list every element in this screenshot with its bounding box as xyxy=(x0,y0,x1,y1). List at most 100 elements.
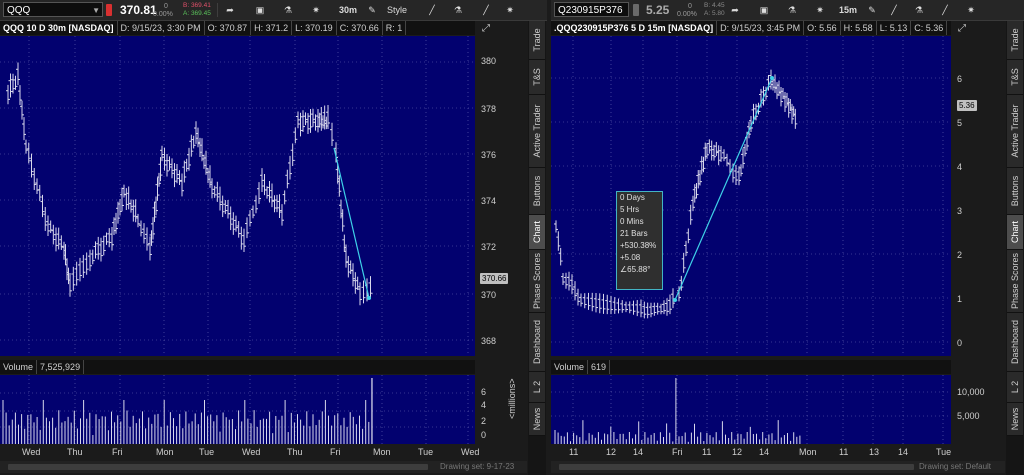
right-aggregation-button[interactable]: 15m xyxy=(836,2,860,18)
chevron-down-icon[interactable]: ▼ xyxy=(92,3,100,18)
right-volume-plot[interactable] xyxy=(551,375,951,444)
left-last-price: 370.81 xyxy=(120,3,157,17)
price-tick: 368 xyxy=(481,336,497,346)
left-style-button[interactable]: Style xyxy=(384,2,410,18)
time-axis-label: Fri xyxy=(672,447,683,457)
trendline-anchor xyxy=(673,298,677,302)
side-tab-label: News xyxy=(532,407,542,431)
side-tab-buttons[interactable]: Buttons xyxy=(529,168,545,215)
side-tab-news[interactable]: News xyxy=(529,403,545,436)
side-tab-chart[interactable]: Chart xyxy=(529,215,545,250)
side-tab-l-2[interactable]: L 2 xyxy=(1007,372,1023,403)
share-icon[interactable]: ➦ xyxy=(727,2,743,18)
style-icon[interactable]: ✎ xyxy=(866,2,878,18)
side-tab-trade[interactable]: Trade xyxy=(1007,21,1023,60)
time-axis-label: Mon xyxy=(799,447,817,457)
alert-icon[interactable] xyxy=(633,4,639,16)
left-symbol-input[interactable]: QQQ ▼ xyxy=(3,2,103,17)
settings-gear-icon[interactable]: ✷ xyxy=(812,2,828,18)
right-symbol-text: Q230915P376 xyxy=(558,5,623,16)
side-tab-label: Trade xyxy=(532,28,542,52)
right-side-tabs: Trade T&S Active Trader Buttons Chart Phase S… xyxy=(1006,21,1024,475)
price-tick: 380 xyxy=(481,56,497,66)
drawing-tool-icon[interactable]: ╱ xyxy=(886,2,902,18)
right-symbol-input[interactable]: Q230915P376 xyxy=(554,2,629,17)
right-toolbar: Q230915P376 5.25 0 0.00% B: 4.45 A: 5.80… xyxy=(551,0,1024,21)
left-info-low: L: 370.19 xyxy=(292,21,337,35)
right-info-close: C: 5.36 xyxy=(911,21,948,35)
time-axis-label: 11 xyxy=(702,447,712,457)
price-tick: 2 xyxy=(957,250,963,260)
studies-flask-icon[interactable]: ⚗ xyxy=(280,2,296,18)
drawing-line-icon[interactable]: ╱ xyxy=(478,2,494,18)
side-tab-trade[interactable]: Trade xyxy=(529,21,545,60)
settings-gear-icon[interactable]: ✷ xyxy=(308,2,324,18)
time-axis-label: Wed xyxy=(242,447,261,457)
time-axis-label: Thu xyxy=(287,447,303,457)
price-tick: 378 xyxy=(481,104,497,114)
expand-icon[interactable]: ⤢ xyxy=(482,23,490,34)
left-volume-value: 7,525,929 xyxy=(37,360,85,374)
drawing-line-icon[interactable]: ╱ xyxy=(937,2,953,18)
side-tab-t-s[interactable]: T&S xyxy=(529,60,545,95)
side-tab-label: T&S xyxy=(532,68,542,86)
save-icon[interactable]: ▣ xyxy=(252,2,268,18)
trendline xyxy=(674,77,773,301)
alert-icon[interactable] xyxy=(106,4,112,16)
side-tab-dashboard[interactable]: Dashboard xyxy=(1007,313,1023,372)
tooltip-pct: +530.38% xyxy=(620,241,657,250)
time-axis-label: Tue xyxy=(418,447,434,457)
left-aggregation-button[interactable]: 30m xyxy=(336,2,360,18)
drawing-tool-icon[interactable]: ╱ xyxy=(424,2,440,18)
right-scrollbar[interactable] xyxy=(559,464,914,470)
right-change-abs: 0 xyxy=(688,3,692,10)
right-info-date: D: 9/15/23, 3:45 PM xyxy=(717,21,805,35)
volume-tick: 10,000 xyxy=(957,387,985,397)
right-chart-panel: Q230915P376 5.25 0 0.00% B: 4.45 A: 5.80… xyxy=(551,0,1024,475)
right-info-low: L: 5.13 xyxy=(877,21,912,35)
expand-icon[interactable]: ⤢ xyxy=(958,23,966,34)
flask-icon[interactable]: ⚗ xyxy=(450,2,466,18)
right-bottom-bar: Drawing set: Default xyxy=(551,461,1005,473)
separator xyxy=(217,3,218,17)
left-scrollbar[interactable] xyxy=(8,464,428,470)
share-icon[interactable]: ➦ xyxy=(222,2,238,18)
side-tab-label: Buttons xyxy=(1010,175,1020,207)
side-tab-l-2[interactable]: L 2 xyxy=(529,372,545,403)
studies-flask-icon[interactable]: ⚗ xyxy=(784,2,800,18)
side-tab-chart[interactable]: Chart xyxy=(1007,215,1023,250)
right-price-plot[interactable] xyxy=(551,36,951,356)
left-price-plot[interactable] xyxy=(0,36,475,356)
volume-tick: 6 xyxy=(481,387,487,397)
save-icon[interactable]: ▣ xyxy=(756,2,772,18)
left-volume-scale: 6 4 2 0 <millions> xyxy=(477,375,527,444)
style-icon[interactable]: ✎ xyxy=(366,2,378,18)
side-tab-label: Phase Scores xyxy=(532,252,542,310)
right-drawing-set[interactable]: Drawing set: Default xyxy=(919,461,991,473)
side-tab-active-trader[interactable]: Active Trader xyxy=(529,95,545,168)
tooltip-mins: 0 Mins xyxy=(620,217,644,226)
time-axis-label: Wed xyxy=(461,447,480,457)
side-tab-phase-scores[interactable]: Phase Scores xyxy=(1007,250,1023,313)
side-tab-news[interactable]: News xyxy=(1007,403,1023,436)
left-time-axis: Wed Thu Fri Mon Tue Wed Thu Fri Mon Tue Wed xyxy=(0,445,479,459)
side-tab-phase-scores[interactable]: Phase Scores xyxy=(529,250,545,313)
side-tab-label: Active Trader xyxy=(1010,104,1020,158)
tooltip-hours: 5 Hrs xyxy=(620,205,640,214)
settings-gear-icon[interactable]: ✷ xyxy=(502,2,518,18)
price-tick: 3 xyxy=(957,206,963,216)
time-axis-label: 11 xyxy=(569,447,579,457)
time-axis-label: Mon xyxy=(156,447,174,457)
side-tab-buttons[interactable]: Buttons xyxy=(1007,168,1023,215)
right-time-axis: 11 12 14 Fri 11 12 14 Mon 11 13 14 Tue xyxy=(551,445,951,459)
left-last-price-tag: 370.66 xyxy=(480,273,509,284)
side-tab-active-trader[interactable]: Active Trader xyxy=(1007,95,1023,168)
trendline-anchor xyxy=(770,76,774,80)
settings-gear-icon[interactable]: ✷ xyxy=(963,2,979,18)
side-tab-dashboard[interactable]: Dashboard xyxy=(529,313,545,372)
left-drawing-set[interactable]: Drawing set: 9-17-23 xyxy=(440,461,514,473)
right-last-price: 5.25 xyxy=(646,3,670,17)
side-tab-t-s[interactable]: T&S xyxy=(1007,60,1023,95)
left-volume-plot[interactable] xyxy=(0,375,475,444)
flask-icon[interactable]: ⚗ xyxy=(911,2,927,18)
